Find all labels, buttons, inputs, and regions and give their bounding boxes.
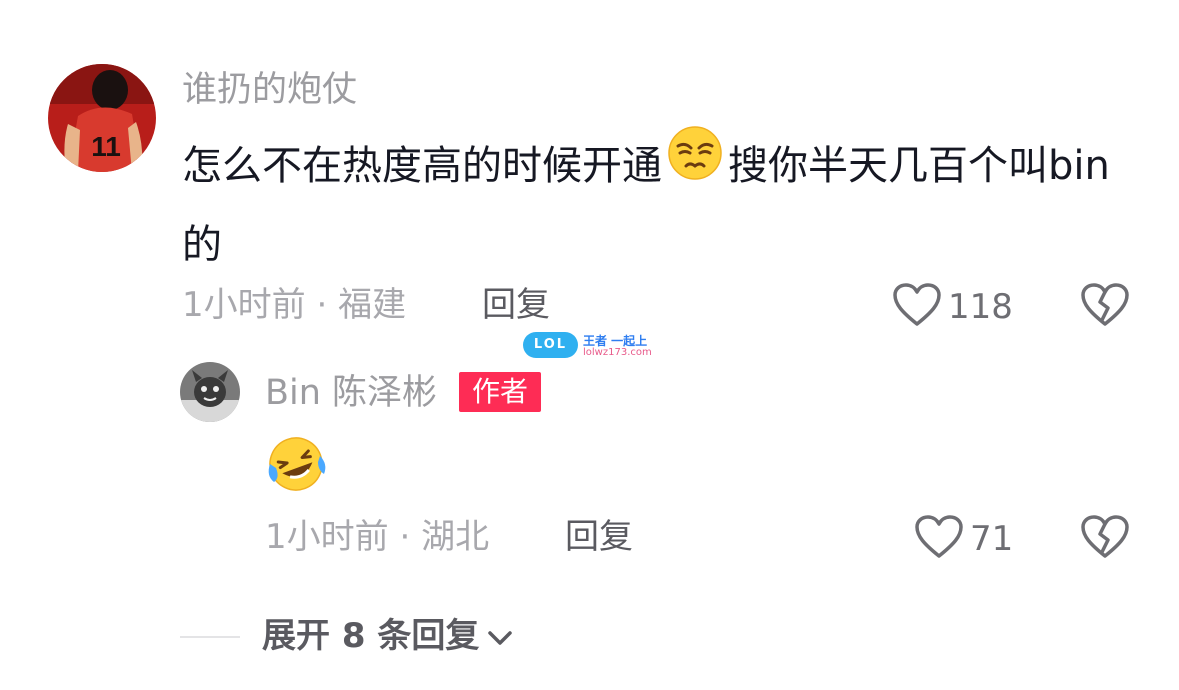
reply-time: 1小时前 [265,517,389,557]
reply-location: 湖北 [421,517,490,557]
author-username[interactable]: Bin 陈泽彬 [265,373,437,413]
comment-text: 怎么不在热度高的时候开通 搜你半天几百个叫bin的 [182,126,1132,280]
dislike-button[interactable] [1080,282,1130,332]
jersey-number: 11 [91,131,121,162]
comment-meta: 1小时前 · 福建 [182,285,406,325]
author-avatar[interactable] [180,362,240,422]
like-button[interactable]: 118 [892,282,1013,332]
heart-icon [914,514,964,564]
watermark-url: lolwz173.com [583,347,652,358]
reply-like-button[interactable]: 71 [914,514,1013,564]
watermark-badge: LOL [523,332,578,358]
author-badge: 作者 [459,372,542,412]
expand-replies-button[interactable]: 展开 8 条回复 [262,616,513,656]
expand-replies-label: 展开 8 条回复 [262,616,480,656]
watermark-logo: LOL 王者 一起上 lolwz173.com [523,332,658,362]
reply-dislike-button[interactable] [1080,514,1130,564]
meta-separator: · [399,517,411,557]
reply-button[interactable]: 回复 [482,285,550,325]
comment-time: 1小时前 [182,285,306,325]
comment-text-part1: 怎么不在热度高的时候开通 [182,143,662,189]
reply-meta: 1小时前 · 湖北 [265,517,489,557]
reply-to-reply-button[interactable]: 回复 [565,517,633,557]
reply-like-count: 71 [970,519,1014,559]
broken-heart-icon [1080,515,1130,564]
commenter-avatar[interactable]: 11 [48,64,156,172]
expand-divider [180,636,240,638]
smirk-face-icon [668,126,722,202]
comment-thread: 11 谁扔的炮仗 怎么不在热度高的时候开通 搜你半天几百个叫bin的 1小时前 … [0,0,1179,690]
like-count: 118 [948,287,1013,327]
broken-heart-icon [1080,283,1130,332]
laughing-crying-icon [266,434,328,496]
commenter-username[interactable]: 谁扔的炮仗 [182,70,357,110]
meta-separator: · [316,285,328,325]
comment-location: 福建 [338,285,407,325]
heart-icon [892,282,942,332]
chevron-down-icon [487,616,513,656]
